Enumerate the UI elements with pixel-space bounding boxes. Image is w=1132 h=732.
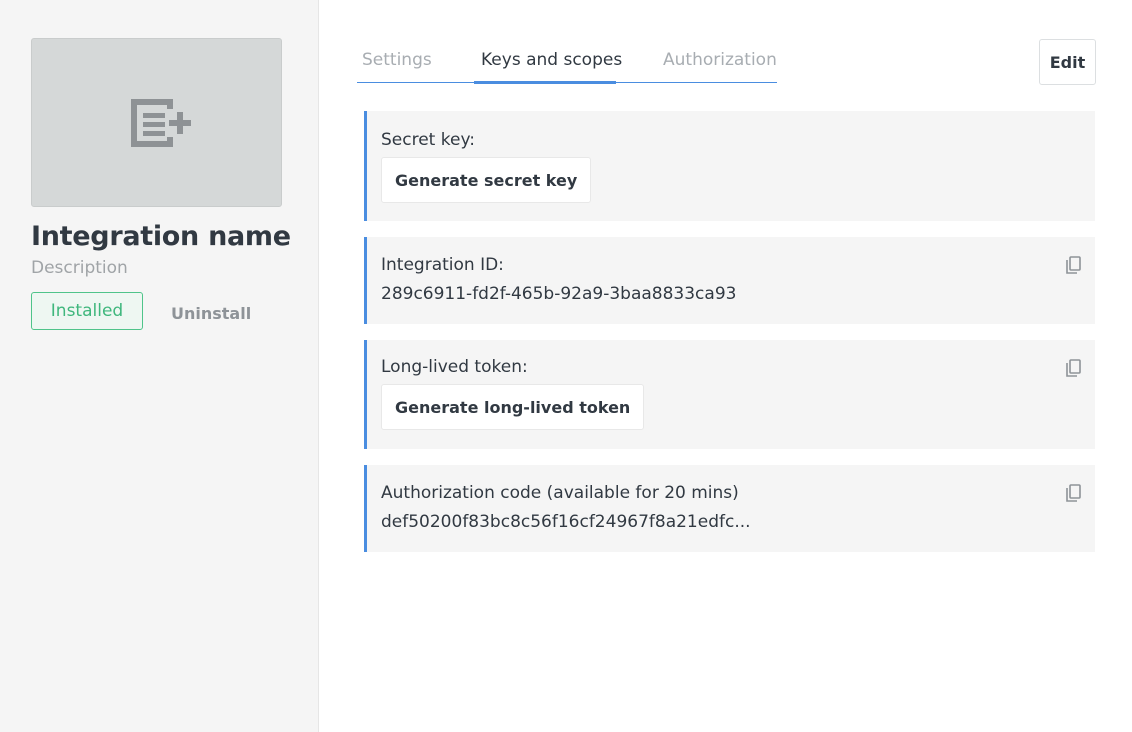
tab-authorization[interactable]: Authorization: [663, 50, 777, 70]
copy-icon[interactable]: [1065, 483, 1083, 503]
integration-content: Settings Keys and scopes Authorization E…: [319, 0, 1132, 732]
edit-button[interactable]: Edit: [1039, 39, 1096, 85]
secret-key-card: Secret key: Generate secret key: [364, 111, 1095, 221]
installed-button[interactable]: Installed: [31, 292, 143, 330]
authorization-code-card: Authorization code (available for 20 min…: [364, 465, 1095, 552]
generate-long-lived-token-button[interactable]: Generate long-lived token: [381, 384, 645, 430]
authorization-code-label: Authorization code (available for 20 min…: [381, 483, 739, 503]
secret-key-label: Secret key:: [381, 130, 475, 150]
tab-bar: Settings Keys and scopes Authorization: [357, 44, 777, 84]
integration-id-label: Integration ID:: [381, 255, 504, 275]
copy-icon[interactable]: [1065, 255, 1083, 275]
integration-logo: [31, 38, 282, 207]
tab-settings[interactable]: Settings: [362, 50, 432, 70]
add-list-icon: [130, 98, 191, 147]
tab-keys-and-scopes[interactable]: Keys and scopes: [481, 50, 622, 70]
integration-details-page: Integration name Description Installed U…: [0, 0, 1132, 732]
active-tab-indicator: [474, 81, 616, 84]
uninstall-button[interactable]: Uninstall: [171, 300, 251, 323]
generate-secret-key-button[interactable]: Generate secret key: [381, 157, 592, 203]
long-lived-token-label: Long-lived token:: [381, 357, 528, 377]
integration-description: Description: [31, 258, 128, 278]
long-lived-token-card: Long-lived token: Generate long-lived to…: [364, 340, 1095, 449]
authorization-code-value: def50200f83bc8c56f16cf24967f8a21edfc...: [381, 512, 751, 532]
integration-name: Integration name: [31, 221, 291, 252]
integration-id-value: 289c6911-fd2f-465b-92a9-3baa8833ca93: [381, 284, 737, 304]
integration-actions: Installed Uninstall: [31, 292, 318, 330]
integration-id-card: Integration ID: 289c6911-fd2f-465b-92a9-…: [364, 237, 1095, 324]
copy-icon[interactable]: [1065, 358, 1083, 378]
integration-sidebar: Integration name Description Installed U…: [0, 0, 319, 732]
